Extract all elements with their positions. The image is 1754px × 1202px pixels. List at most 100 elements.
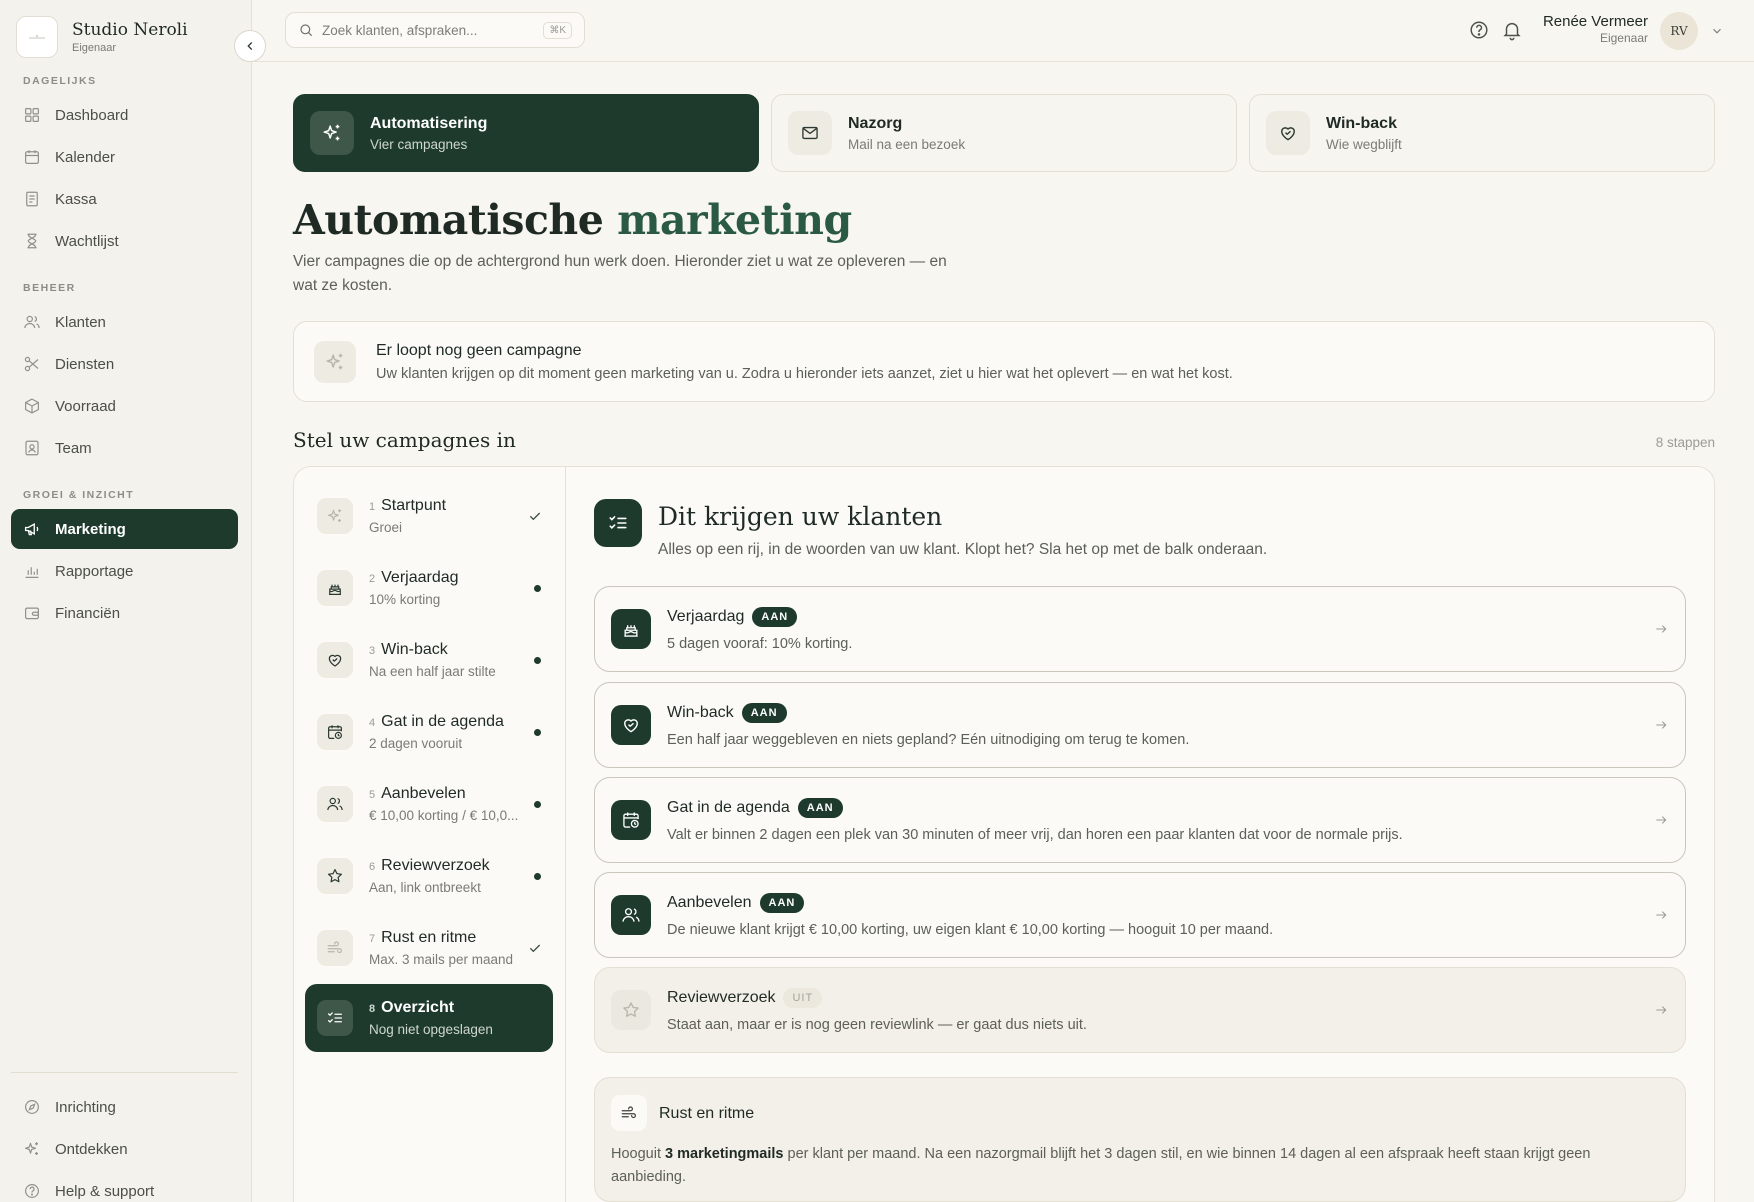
sidebar-item-label: Diensten [55,355,115,373]
campaign-description: Staat aan, maar er is nog geen reviewlin… [667,1016,1087,1033]
wallet-icon [23,604,41,622]
step-startpunt[interactable]: 1 Startpunt Groei [305,482,553,550]
step-number: 4 [369,717,376,729]
status-dot [534,657,541,664]
search-input[interactable] [322,22,536,38]
help-icon[interactable] [1468,19,1490,41]
campaign-verjaardag[interactable]: Verjaardag AAN 5 dagen vooraf: 10% kortin… [594,586,1686,672]
chevron-left-icon [243,39,257,53]
sparkles-icon [23,1140,41,1158]
step-number: 7 [369,933,376,945]
step-verjaardag[interactable]: 2 Verjaardag 10% korting [305,554,553,622]
arrow-right-icon [1653,717,1669,733]
sidebar-item-label: Help & support [55,1182,155,1200]
sidebar-item-diensten[interactable]: Diensten [11,344,238,384]
tab-subtitle: Vier campagnes [370,136,468,152]
sidebar-item-financien[interactable]: Financiën [11,593,238,633]
status-badge: AAN [759,892,805,913]
sidebar-item-team[interactable]: Team [11,428,238,468]
sidebar-item-wachtlijst[interactable]: Wachtlijst [11,221,238,261]
page-title-accent: marketing [617,196,852,244]
sidebar-item-rapportage[interactable]: Rapportage [11,551,238,591]
step-rust-en-ritme[interactable]: 7 Rust en ritme Max. 3 mails per maand [305,914,553,982]
status-badge: AAN [752,606,798,627]
detail-title: Dit krijgen uw klanten [658,502,943,531]
sidebar-item-help[interactable]: Help & support [11,1171,238,1202]
heart-handshake-icon [1266,111,1310,155]
sidebar-item-dashboard[interactable]: Dashboard [11,95,238,135]
tab-win-back[interactable]: Win-back Wie wegblijft [1249,94,1715,172]
status-dot [534,729,541,736]
sidebar: Studio Neroli Eigenaar DAGELIJKS Dashboa… [0,0,252,1202]
tab-automatisering[interactable]: Automatisering Vier campagnes [293,94,759,172]
cake-icon [611,609,651,649]
status-dot [534,801,541,808]
step-number: 5 [369,789,376,801]
bell-icon[interactable] [1501,19,1523,41]
cake-icon [317,570,353,606]
step-reviewverzoek[interactable]: 6 Reviewverzoek Aan, link ontbreekt [305,842,553,910]
tab-title: Nazorg [848,114,903,132]
campaign-title: Gat in de agenda [667,798,790,816]
page-description: Vier campagnes die op de achtergrond hun… [293,253,947,294]
campaign-win-back[interactable]: Win-back AAN Een half jaar weggebleven en… [594,682,1686,768]
step-subtitle: € 10,00 korting / € 10,0... [369,808,519,823]
sidebar-item-label: Marketing [55,520,126,538]
campaign-title: Win-back [667,703,734,721]
arrow-right-icon [1653,907,1669,923]
sidebar-item-label: Ontdekken [55,1140,128,1158]
sidebar-item-marketing[interactable]: Marketing [11,509,238,549]
step-title: Verjaardag [381,569,459,586]
user-role: Eigenaar [1599,31,1648,45]
page-title-main: Automatische [293,196,604,244]
sidebar-item-klanten[interactable]: Klanten [11,302,238,342]
tab-title: Automatisering [370,114,488,132]
users-icon [317,786,353,822]
notice-title: Er loopt nog geen campagne [376,341,582,359]
sidebar-item-voorraad[interactable]: Voorraad [11,386,238,426]
id-badge-icon [23,439,41,457]
arrow-right-icon [1653,812,1669,828]
search-box[interactable]: ⌘K [285,12,585,48]
step-subtitle: 2 dagen vooruit [369,736,463,751]
step-gat-in-de-agenda[interactable]: 4 Gat in de agenda 2 dagen vooruit [305,698,553,766]
check-icon [527,508,543,524]
step-number: 3 [369,645,376,657]
users-icon [611,895,651,935]
grid-icon [23,106,41,124]
campaign-aanbevelen[interactable]: Aanbevelen AAN De nieuwe klant krijgt € 1… [594,872,1686,958]
sidebar-item-ontdekken[interactable]: Ontdekken [11,1129,238,1169]
step-aanbevelen[interactable]: 5 Aanbevelen € 10,00 korting / € 10,0... [305,770,553,838]
step-subtitle: Aan, link ontbreekt [369,880,481,895]
receipt-icon [23,190,41,208]
step-win-back[interactable]: 3 Win-back Na een half jaar stilte [305,626,553,694]
user-name[interactable]: Renée Vermeer [1543,13,1648,30]
help-circle-icon [23,1182,41,1200]
campaign-gat-in-de-agenda[interactable]: Gat in de agenda AAN Valt er binnen 2 dag… [594,777,1686,863]
sidebar-item-label: Financiën [55,604,121,622]
campaign-reviewverzoek[interactable]: Reviewverzoek UIT Staat aan, maar er is n… [594,967,1686,1053]
check-icon [527,940,543,956]
steps-count: 8 stappen [1655,435,1715,450]
hourglass-icon [23,232,41,250]
status-dot [534,585,541,592]
step-subtitle: Max. 3 mails per maand [369,952,514,967]
megaphone-icon [23,520,41,538]
step-overzicht[interactable]: 8 Overzicht Nog niet opgeslagen [305,984,553,1052]
nav-section-beheer: BEHEER [23,282,76,294]
avatar[interactable]: RV [1660,12,1698,50]
tab-nazorg[interactable]: Nazorg Mail na een bezoek [771,94,1237,172]
step-title: Aanbevelen [381,785,466,802]
arrow-right-icon [1653,621,1669,637]
list-checks-icon [317,1000,353,1036]
brand[interactable]: Studio Neroli Eigenaar [16,16,188,58]
sidebar-item-inrichting[interactable]: Inrichting [11,1087,238,1127]
tab-subtitle: Mail na een bezoek [848,136,966,152]
step-number: 6 [369,861,376,873]
sidebar-item-kassa[interactable]: Kassa [11,179,238,219]
list-checks-icon [594,499,642,547]
sparkles-icon [310,111,354,155]
sidebar-item-kalender[interactable]: Kalender [11,137,238,177]
chevron-down-icon[interactable] [1710,24,1724,38]
collapse-sidebar-button[interactable] [234,30,266,62]
